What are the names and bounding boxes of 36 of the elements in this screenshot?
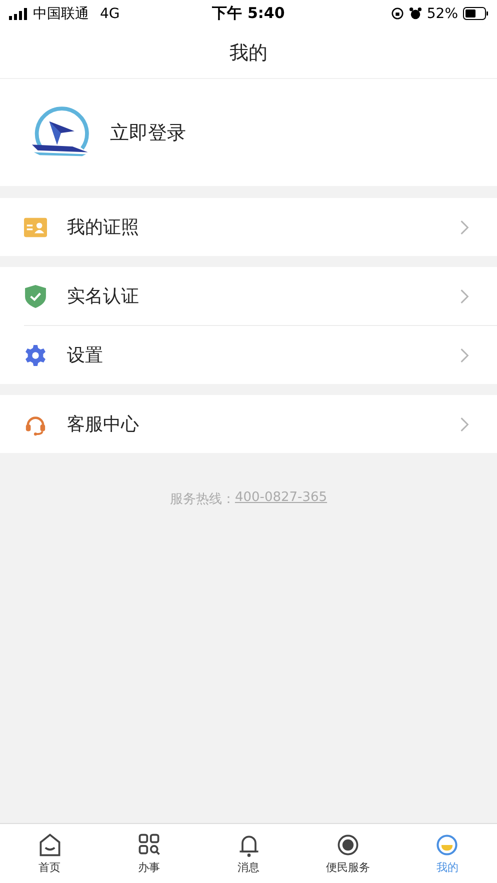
battery-icon bbox=[463, 7, 489, 20]
menu-item[interactable]: 实名认证 bbox=[0, 267, 497, 325]
tab-item[interactable]: 便民服务 bbox=[298, 824, 398, 883]
menu-label: 设置 bbox=[67, 344, 104, 367]
settings-icon bbox=[24, 344, 47, 366]
login-link[interactable]: 立即登录 bbox=[110, 120, 186, 146]
status-time: 下午 5:40 bbox=[212, 4, 285, 23]
tab-item[interactable]: 消息 bbox=[198, 824, 298, 883]
tab-label: 首页 bbox=[38, 860, 61, 875]
menu-item[interactable]: 我的证照 bbox=[0, 198, 497, 256]
tab-label: 我的 bbox=[436, 860, 458, 875]
chevron-right-icon bbox=[460, 288, 469, 304]
menu-label: 我的证照 bbox=[67, 216, 140, 239]
tab-item[interactable]: 首页 bbox=[0, 824, 100, 883]
menu-item[interactable]: 客服中心 bbox=[0, 395, 497, 453]
shield-check-icon bbox=[24, 284, 47, 308]
smile-icon bbox=[434, 832, 460, 858]
network-type: 4G bbox=[100, 6, 120, 22]
menu-item[interactable]: 设置 bbox=[24, 325, 497, 384]
rotation-lock-icon bbox=[390, 7, 404, 20]
hotline-label: 服务热线： bbox=[170, 491, 235, 508]
menu-label: 客服中心 bbox=[67, 413, 140, 436]
tab-item[interactable]: 办事 bbox=[99, 824, 199, 883]
tab-label: 便民服务 bbox=[326, 860, 370, 875]
signal-icon bbox=[8, 8, 28, 20]
id-card-icon bbox=[24, 216, 47, 238]
battery-percent: 52% bbox=[426, 6, 458, 22]
menu-label: 实名认证 bbox=[67, 285, 140, 308]
alarm-icon bbox=[408, 7, 422, 20]
tab-label: 消息 bbox=[238, 860, 260, 875]
chevron-right-icon bbox=[460, 348, 469, 362]
chevron-right-icon bbox=[460, 220, 469, 234]
page-title: 我的 bbox=[230, 40, 268, 66]
chevron-right-icon bbox=[460, 416, 469, 432]
tab-label: 办事 bbox=[138, 860, 160, 875]
carrier-name: 中国联通 bbox=[33, 4, 89, 22]
